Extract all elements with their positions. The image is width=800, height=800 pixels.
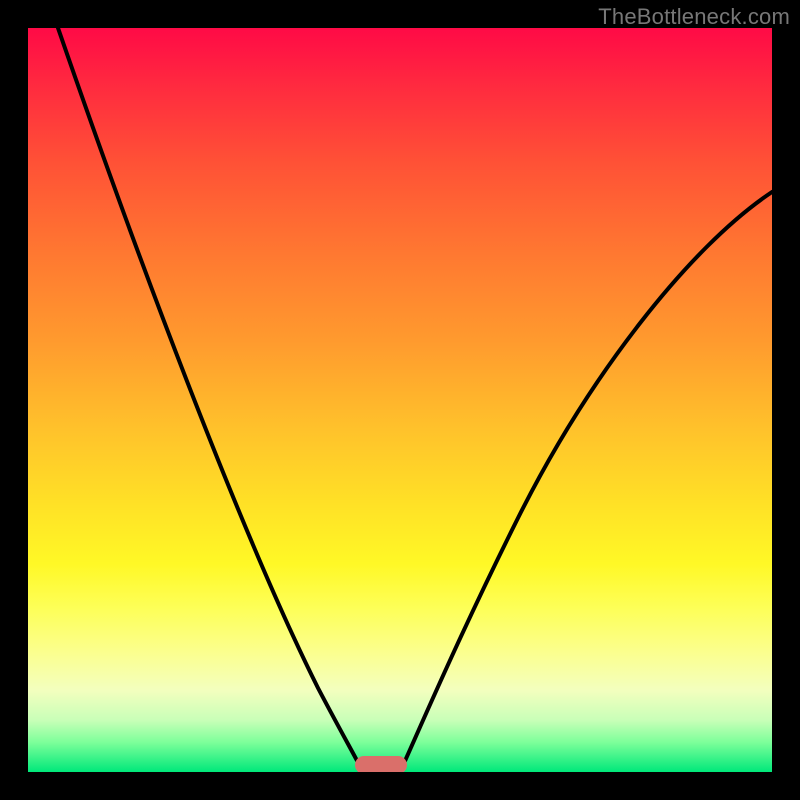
bottleneck-indicator	[355, 756, 407, 772]
left-curve	[58, 28, 363, 772]
chart-stage: TheBottleneck.com	[0, 0, 800, 800]
watermark-text: TheBottleneck.com	[598, 4, 790, 30]
curves-layer	[28, 28, 772, 772]
plot-area	[28, 28, 772, 772]
right-curve	[400, 192, 772, 772]
